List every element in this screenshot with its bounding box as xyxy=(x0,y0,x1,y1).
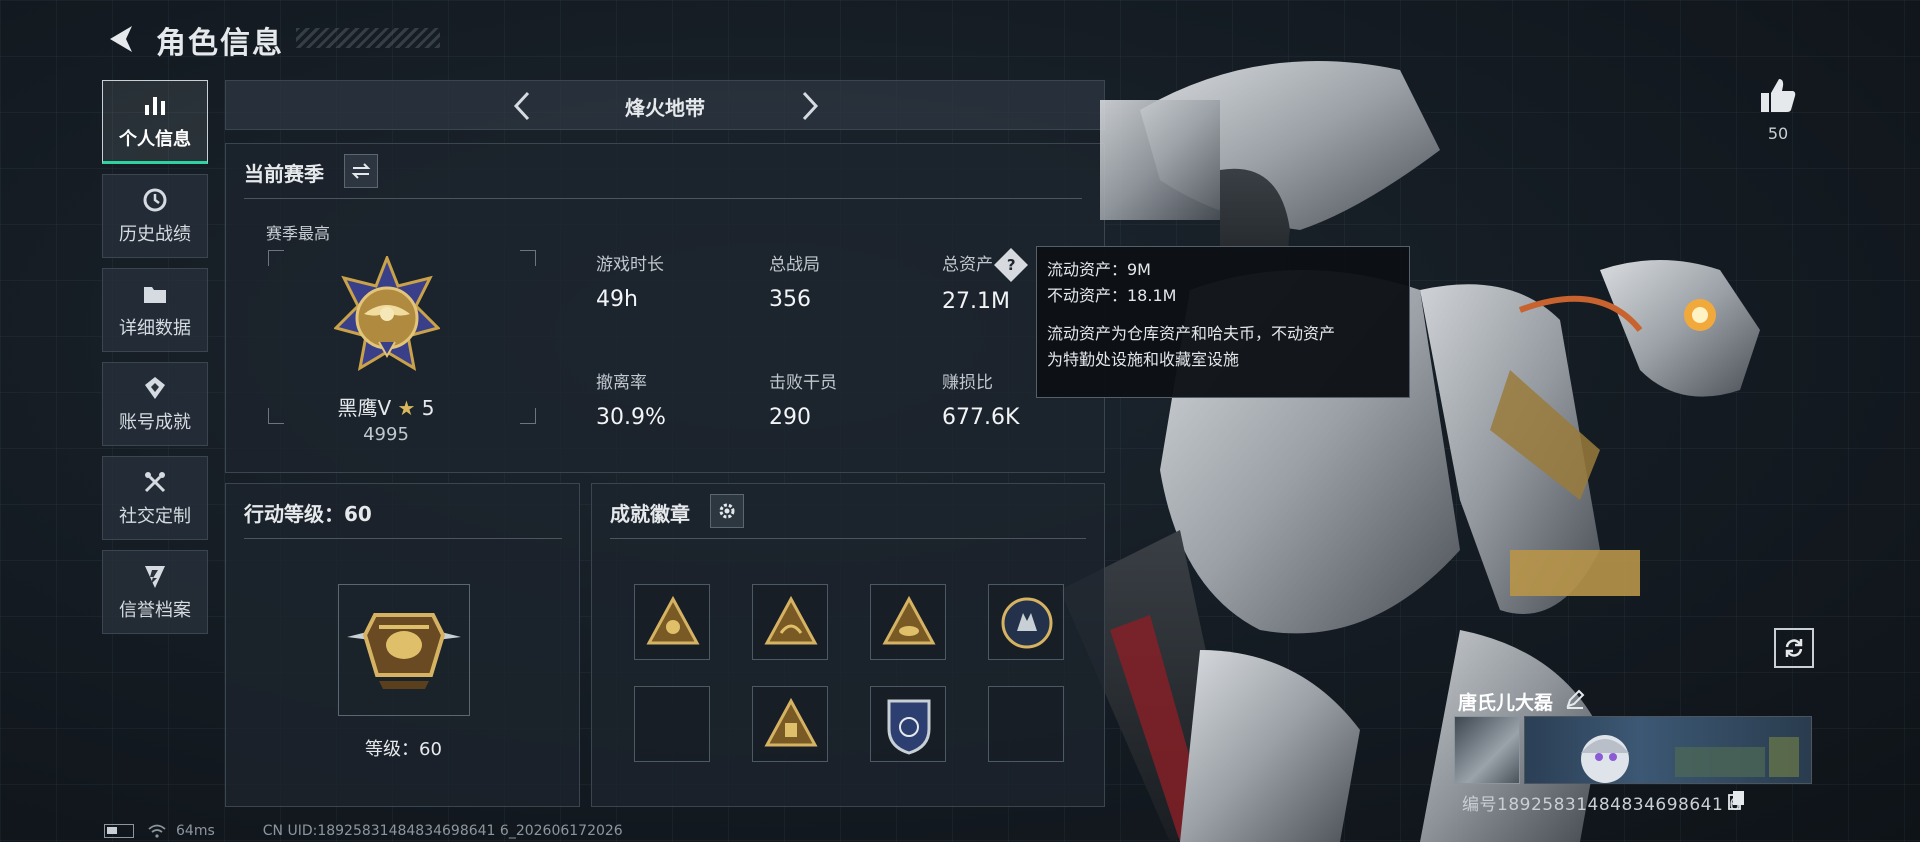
title-decoration xyxy=(296,28,440,48)
badge-slot-6[interactable] xyxy=(752,686,828,762)
bar-chart-icon xyxy=(145,97,165,115)
achievement-badges-panel: 成就徽章 xyxy=(591,483,1105,807)
sidebar-item-social-customization[interactable]: 社交定制 xyxy=(102,456,208,540)
sidebar: 个人信息 历史战绩 详细数据 账号成就 社交定制 信誉档案 xyxy=(102,80,210,644)
badge-slot-8-empty[interactable] xyxy=(988,686,1064,762)
player-id: 编号18925831484834698641 6 xyxy=(1462,795,1741,815)
stat-total-matches: 总战局 356 xyxy=(769,255,820,312)
sidebar-item-label: 信誉档案 xyxy=(119,600,191,621)
round-wolf-badge-icon xyxy=(1001,597,1053,649)
copy-icon[interactable] xyxy=(1728,790,1746,810)
season-best-label: 赛季最高 xyxy=(266,224,331,243)
sidebar-item-detailed-data[interactable]: 详细数据 xyxy=(102,268,208,352)
season-title: 当前赛季 xyxy=(244,162,324,186)
divider xyxy=(244,198,1082,199)
divider xyxy=(244,538,562,539)
gold-triangle-badge-icon xyxy=(646,595,700,645)
refresh-button[interactable] xyxy=(1774,628,1814,668)
status-bar: 64ms CN UID:18925831484834698641 6_20260… xyxy=(104,822,623,840)
edit-pencil-icon[interactable] xyxy=(1564,688,1586,710)
page-title: 角色信息 xyxy=(156,26,284,61)
frame-corner xyxy=(268,250,284,266)
frame-corner xyxy=(520,250,536,266)
like-count: 50 xyxy=(1767,124,1789,143)
chevron-right-icon[interactable] xyxy=(792,89,826,123)
thumbs-up-icon[interactable] xyxy=(1758,76,1798,116)
badge-slot-1[interactable] xyxy=(634,584,710,660)
cn-uid: CN UID:18925831484834698641 6_2026061720… xyxy=(262,823,623,839)
player-name: 唐氏儿大磊 xyxy=(1458,692,1554,714)
blue-shield-badge-icon xyxy=(887,699,931,755)
sidebar-item-label: 详细数据 xyxy=(119,318,191,339)
sidebar-item-label: 历史战绩 xyxy=(119,224,191,245)
gold-triangle-badge-icon xyxy=(882,595,936,645)
stat-operators-defeated: 击败干员 290 xyxy=(769,373,837,430)
refresh-icon xyxy=(1785,639,1803,657)
sidebar-item-reputation[interactable]: 信誉档案 xyxy=(102,550,208,634)
mode-title: 烽火地带 xyxy=(625,96,705,120)
clock-history-icon xyxy=(143,188,167,212)
tools-icon xyxy=(144,472,166,493)
season-switch-button[interactable] xyxy=(344,154,378,188)
wifi-icon xyxy=(148,824,166,838)
rank-name: 黑鹰V ★ 5 xyxy=(337,396,435,420)
action-level-panel: 行动等级：60 等级：60 xyxy=(225,483,580,807)
stat-play-time: 游戏时长 49h xyxy=(596,255,664,312)
stat-profit-loss-ratio: 赚损比 677.6K xyxy=(942,373,1020,430)
gear-icon xyxy=(719,503,735,519)
badges-settings-button[interactable] xyxy=(710,494,744,528)
sidebar-item-label: 个人信息 xyxy=(119,129,191,150)
badges-title: 成就徽章 xyxy=(610,502,690,526)
badge-slot-3[interactable] xyxy=(870,584,946,660)
badge-slot-4[interactable] xyxy=(988,584,1064,660)
action-level-title: 行动等级：60 xyxy=(244,502,372,526)
folder-icon xyxy=(144,287,166,303)
swap-arrows-icon xyxy=(351,163,371,179)
mode-selector: 烽火地带 xyxy=(225,80,1105,130)
weapon-card-thumbnail[interactable] xyxy=(1454,716,1520,784)
profile-banner[interactable] xyxy=(1524,716,1812,784)
stat-total-assets: 总资产? 27.1M xyxy=(942,248,1028,314)
back-arrow-icon[interactable] xyxy=(104,22,138,56)
black-hawk-rank-badge xyxy=(334,256,440,371)
sidebar-item-label: 账号成就 xyxy=(119,412,191,433)
sidebar-item-label: 社交定制 xyxy=(119,506,191,527)
level-emblem-frame xyxy=(338,584,470,716)
assets-tooltip: 流动资产：9M 不动资产：18.1M 流动资产为仓库资产和哈夫币，不动资产 为特… xyxy=(1036,246,1410,398)
reputation-shield-icon xyxy=(145,566,165,588)
frame-corner xyxy=(520,408,536,424)
stat-extraction-rate: 撤离率 30.9% xyxy=(596,373,666,430)
battery-icon xyxy=(104,824,134,838)
helicopter-level-emblem xyxy=(347,613,461,689)
rank-score: 4995 xyxy=(363,424,409,445)
gold-triangle-badge-icon xyxy=(764,697,818,747)
help-icon[interactable]: ? xyxy=(994,248,1028,282)
badge-slot-5-empty[interactable] xyxy=(634,686,710,762)
level-label: 等级：60 xyxy=(365,739,442,760)
ping-value: 64ms xyxy=(176,823,215,839)
sidebar-item-achievements[interactable]: 账号成就 xyxy=(102,362,208,446)
divider xyxy=(610,538,1086,539)
anime-avatar-banner-art xyxy=(1581,735,1799,783)
sidebar-item-personal-info[interactable]: 个人信息 xyxy=(102,80,208,164)
star-icon: ★ xyxy=(397,396,416,420)
gold-triangle-badge-icon xyxy=(764,595,818,645)
badge-slot-7[interactable] xyxy=(870,686,946,762)
frame-corner xyxy=(268,408,284,424)
badge-slot-2[interactable] xyxy=(752,584,828,660)
sidebar-item-history[interactable]: 历史战绩 xyxy=(102,174,208,258)
season-panel: 当前赛季 赛季最高 黑鹰V ★ 5 4995 游戏时长 49h 总战局 356 … xyxy=(225,143,1105,473)
achievement-icon xyxy=(145,377,165,399)
